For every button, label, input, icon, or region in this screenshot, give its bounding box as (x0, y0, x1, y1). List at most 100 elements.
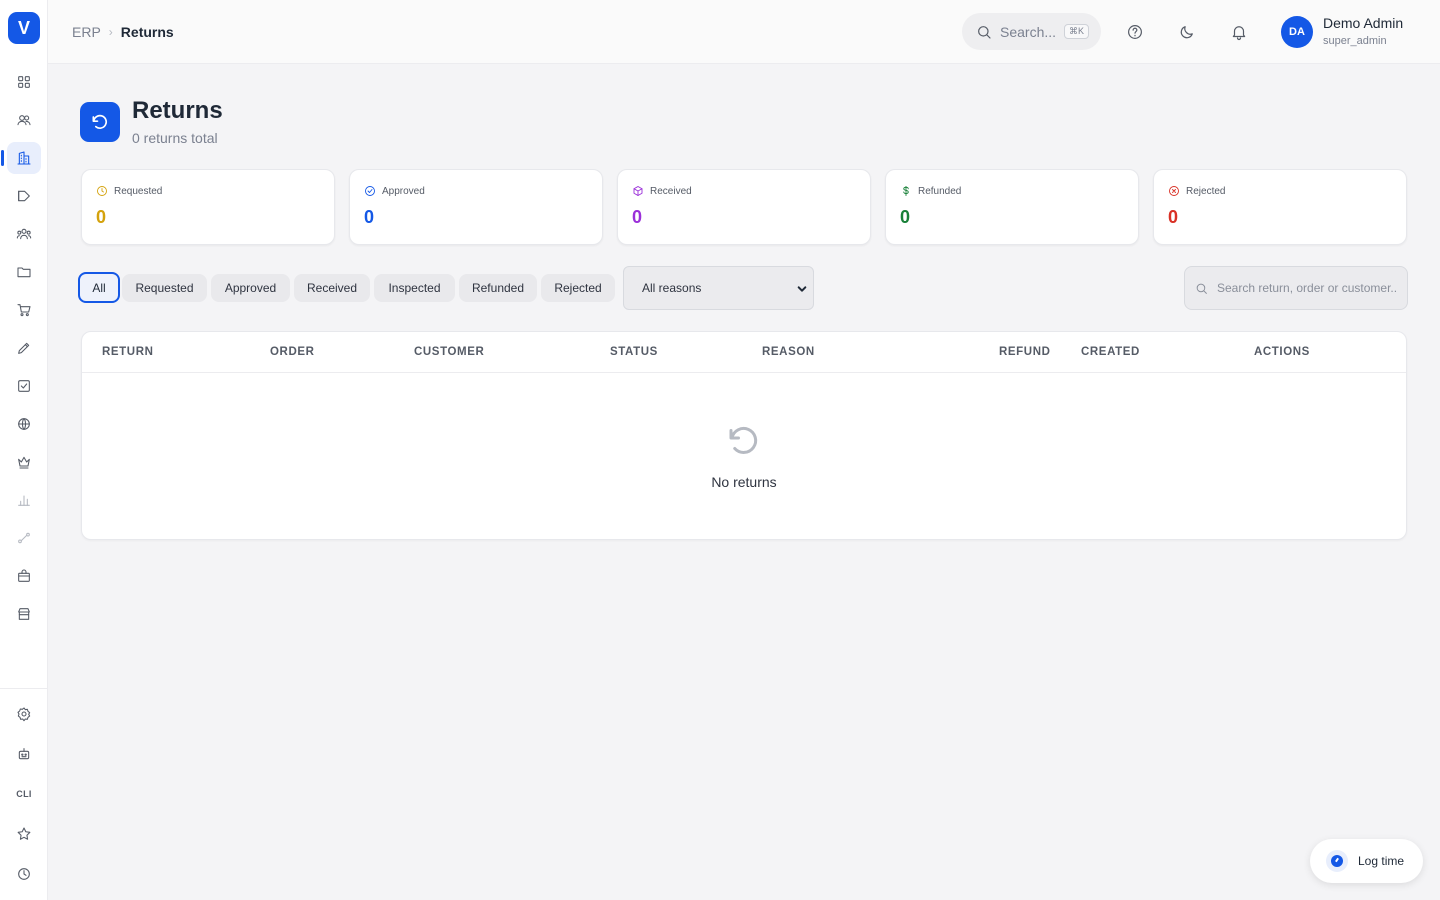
sidebar-divider (0, 688, 48, 689)
x-circle-icon (1169, 186, 1179, 196)
search-shortcut-badge: ⌘K (1064, 24, 1090, 39)
notifications-button[interactable] (1229, 22, 1249, 42)
box-icon (633, 186, 643, 196)
building-icon (17, 151, 31, 165)
users-icon (17, 115, 31, 126)
sidebar-item-history[interactable] (7, 858, 41, 890)
stat-label-text: Received (650, 185, 692, 197)
flow-icon (18, 532, 30, 544)
reason-select[interactable]: All reasons (623, 266, 814, 310)
filter-chip-all[interactable]: All (78, 272, 120, 303)
column-header-created[interactable]: CREATED (1081, 346, 1140, 358)
column-header-return[interactable]: RETURN (102, 346, 154, 358)
team-icon (16, 228, 32, 240)
stat-label: Requested (96, 185, 162, 197)
search-icon (1196, 283, 1207, 294)
log-time-button[interactable]: Log time (1310, 839, 1423, 883)
column-header-status[interactable]: STATUS (610, 346, 658, 358)
shopping-bag-icon (18, 569, 30, 582)
returns-search-input[interactable] (1217, 281, 1397, 295)
sidebar-item-commerce[interactable] (7, 294, 41, 326)
filter-chip-inspected[interactable]: Inspected (374, 274, 455, 302)
log-time-label: Log time (1358, 854, 1405, 868)
filter-chip-approved[interactable]: Approved (211, 274, 290, 302)
sidebar-item-marketing[interactable] (7, 180, 41, 212)
breadcrumb-current: Returns (120, 24, 174, 40)
stat-value: 0 (1168, 207, 1179, 227)
sidebar-item-web[interactable] (7, 408, 41, 440)
sidebar-item-contacts[interactable] (7, 104, 41, 136)
filter-chip-refunded[interactable]: Refunded (459, 274, 537, 302)
sidebar-item-analytics[interactable] (7, 484, 41, 516)
filter-chip-received[interactable]: Received (294, 274, 370, 302)
sidebar-item-ai[interactable] (7, 738, 41, 770)
sidebar-item-settings[interactable] (7, 698, 41, 730)
sidebar-item-cli[interactable]: CLI (7, 778, 41, 810)
table-header-divider (82, 372, 1406, 373)
stat-label-text: Approved (382, 185, 425, 197)
filter-chip-rejected[interactable]: Rejected (541, 274, 615, 302)
avatar[interactable]: DA (1281, 16, 1313, 48)
store-icon (18, 608, 30, 620)
sidebar-item-files[interactable] (7, 256, 41, 288)
stat-label: Refunded (900, 185, 961, 197)
search-icon (978, 25, 991, 39)
sidebar-item-tasks[interactable] (7, 370, 41, 402)
empty-state-text: No returns (711, 474, 777, 490)
stat-value: 0 (632, 207, 643, 227)
stat-label: Rejected (1168, 185, 1225, 197)
column-header-actions: ACTIONS (1254, 346, 1310, 358)
help-button[interactable] (1125, 22, 1145, 42)
breadcrumb: ERP › Returns (72, 24, 174, 40)
sidebar-item-team[interactable] (7, 218, 41, 250)
cli-label: CLI (16, 789, 32, 799)
sidebar-item-favorites[interactable] (7, 818, 41, 850)
stat-label-text: Requested (114, 185, 163, 197)
returns-page-icon (80, 102, 120, 142)
stat-value: 0 (900, 207, 911, 227)
breadcrumb-erp[interactable]: ERP (72, 24, 101, 40)
column-header-order[interactable]: ORDER (270, 346, 315, 358)
page-title: Returns (132, 97, 223, 124)
column-header-refund[interactable]: REFUND (999, 346, 1051, 358)
sidebar-item-products[interactable] (7, 560, 41, 592)
folder-icon (17, 267, 31, 278)
pen-icon (18, 342, 30, 354)
theme-toggle-button[interactable] (1177, 22, 1197, 42)
user-name[interactable]: Demo Admin (1323, 15, 1403, 31)
crown-icon (18, 456, 30, 469)
grid-icon (18, 76, 30, 88)
reason-select-value: All reasons (642, 281, 702, 295)
sidebar-item-dashboard[interactable] (7, 66, 41, 98)
bell-icon (1232, 26, 1246, 41)
chevron-down-icon (797, 283, 807, 293)
dollar-icon (903, 186, 909, 196)
bar-chart-icon (18, 495, 30, 506)
stat-label-text: Rejected (1186, 185, 1226, 197)
column-header-customer[interactable]: CUSTOMER (414, 346, 484, 358)
sidebar-item-membership[interactable] (7, 446, 41, 478)
filter-chip-requested[interactable]: Requested (122, 274, 207, 302)
breadcrumb-separator: › (108, 25, 113, 39)
column-header-reason[interactable]: REASON (762, 346, 815, 358)
sidebar-item-store[interactable] (7, 598, 41, 630)
sidebar-item-erp[interactable] (1, 142, 41, 174)
sidebar: V CLI (0, 0, 48, 900)
sidebar-item-workflows[interactable] (7, 522, 41, 554)
stat-value: 0 (364, 207, 375, 227)
global-search-label: Search... (1000, 23, 1057, 40)
stat-card-refunded: Refunded 0 (885, 169, 1139, 245)
check-circle-icon (365, 186, 375, 196)
sidebar-item-content[interactable] (7, 332, 41, 364)
page-subtitle: 0 returns total (132, 130, 218, 146)
megaphone-icon (18, 190, 30, 202)
stat-card-requested: Requested 0 (81, 169, 335, 245)
stat-value: 0 (96, 207, 107, 227)
returns-search-field[interactable] (1184, 266, 1408, 310)
help-icon (1128, 25, 1142, 39)
global-search-button[interactable]: Search... ⌘K (962, 13, 1101, 50)
moon-icon (1180, 26, 1193, 39)
checkbox-icon (18, 380, 30, 392)
returns-table: RETURN ORDER CUSTOMER STATUS REASON REFU… (81, 331, 1407, 540)
app-logo[interactable]: V (8, 12, 40, 44)
